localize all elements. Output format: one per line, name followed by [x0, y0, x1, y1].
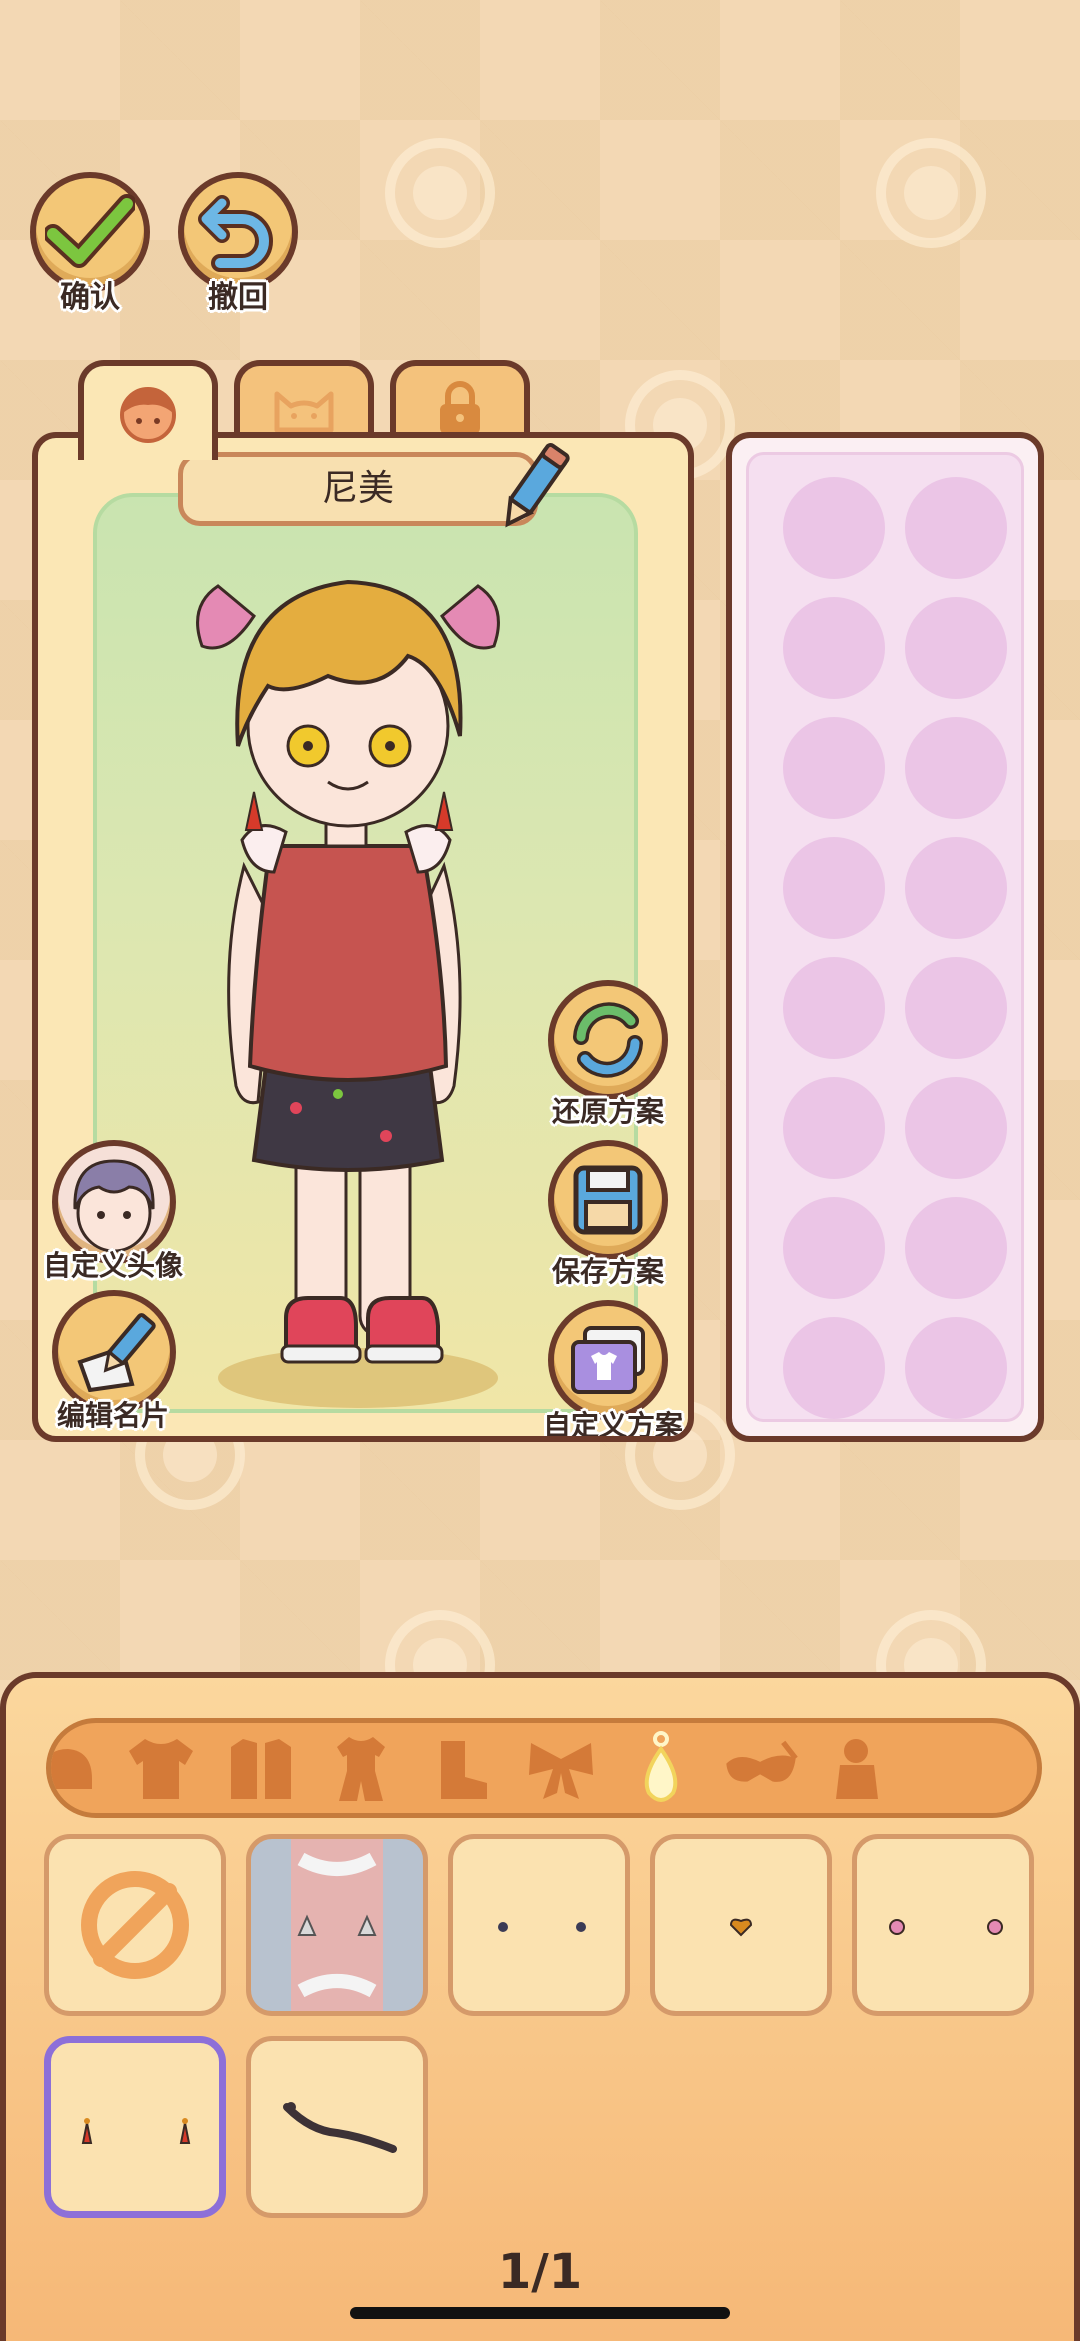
- girl-face-icon: [120, 387, 176, 443]
- outfit-cards-icon: [571, 1326, 645, 1394]
- coat-icon[interactable]: [221, 1733, 301, 1805]
- boots-icon[interactable]: [421, 1733, 501, 1805]
- save-plan-button[interactable]: [548, 1140, 668, 1260]
- cat-face-icon: [274, 391, 334, 433]
- wardrobe-panel: [0, 1672, 1080, 2341]
- plan-slot[interactable]: [783, 477, 885, 579]
- outfit-icon[interactable]: [321, 1733, 401, 1805]
- plan-slot[interactable]: [783, 717, 885, 819]
- tab-character[interactable]: [78, 360, 218, 460]
- plan-slot[interactable]: [783, 837, 885, 939]
- mask-icon[interactable]: [721, 1733, 801, 1805]
- bg-sun-icon: [385, 138, 495, 248]
- save-plan-label: 保存方案: [551, 1255, 664, 1288]
- undo-label: 撤回: [208, 280, 268, 315]
- page-indicator: 1/1: [497, 2244, 583, 2300]
- plan-slot[interactable]: [905, 597, 1007, 699]
- undo-icon: [198, 195, 273, 272]
- plan-slot[interactable]: [905, 717, 1007, 819]
- confirm-label: 确认: [60, 280, 120, 315]
- bow-icon[interactable]: [521, 1733, 601, 1805]
- plan-slot[interactable]: [905, 1077, 1007, 1179]
- item-red-tassel-earrings[interactable]: [44, 2036, 226, 2218]
- category-bar[interactable]: [46, 1718, 1042, 1818]
- restore-plan-button[interactable]: [548, 980, 668, 1100]
- bg-sun-icon: [876, 138, 986, 248]
- plan-slot[interactable]: [783, 1077, 885, 1179]
- plan-slot[interactable]: [905, 957, 1007, 1059]
- plan-slot[interactable]: [783, 597, 885, 699]
- custom-avatar-label: 自定义头像: [42, 1249, 183, 1282]
- avatar: [73, 1159, 155, 1253]
- plan-slots-grid: [746, 452, 1024, 1422]
- plan-slot[interactable]: [905, 1197, 1007, 1299]
- earring-icon: [498, 1922, 586, 1932]
- item-none[interactable]: [44, 1834, 226, 2016]
- hat-icon[interactable]: [51, 1733, 103, 1805]
- item-shell-earrings[interactable]: [246, 1834, 428, 2016]
- restore-plan-label: 还原方案: [551, 1095, 664, 1128]
- home-indicator[interactable]: [350, 2307, 730, 2319]
- item-dark-band[interactable]: [246, 2036, 428, 2218]
- no-item-icon: [81, 1871, 189, 1979]
- earring-icon: [291, 1839, 383, 2011]
- character-panel: 尼美 还原方案 保存方案 自定义方案: [32, 432, 694, 1442]
- shirt-icon[interactable]: [121, 1733, 201, 1805]
- plan-slot[interactable]: [905, 477, 1007, 579]
- lock-icon: [440, 381, 480, 434]
- plan-slot[interactable]: [905, 837, 1007, 939]
- earring-icon[interactable]: [621, 1731, 701, 1805]
- earring-icon: [729, 1918, 753, 1937]
- earring-icon: [889, 1919, 1003, 1935]
- item-dark-stud-earrings[interactable]: [448, 1834, 630, 2016]
- character-name[interactable]: 尼美: [178, 452, 538, 526]
- plan-slot[interactable]: [783, 957, 885, 1059]
- refresh-icon: [573, 1002, 643, 1078]
- band-icon: [283, 2102, 397, 2153]
- item-heart-stud-earring[interactable]: [650, 1834, 832, 2016]
- custom-plan-button[interactable]: [548, 1300, 668, 1420]
- figure-icon[interactable]: [821, 1733, 901, 1805]
- plan-slots-panel: [726, 432, 1044, 1442]
- character-illustration: [196, 579, 500, 1408]
- floppy-disk-icon: [573, 1165, 643, 1235]
- earring-icon: [81, 2118, 191, 2144]
- plan-slot[interactable]: [905, 1317, 1007, 1419]
- custom-plan-label: 自定义方案: [542, 1409, 683, 1442]
- item-pink-flower-earrings[interactable]: [852, 1834, 1034, 2016]
- edit-card-icon: [77, 1313, 156, 1392]
- check-icon: [45, 194, 135, 268]
- edit-card-label: 编辑名片: [56, 1399, 169, 1432]
- plan-slot[interactable]: [783, 1197, 885, 1299]
- pencil-icon[interactable]: [493, 440, 573, 536]
- plan-slot[interactable]: [783, 1317, 885, 1419]
